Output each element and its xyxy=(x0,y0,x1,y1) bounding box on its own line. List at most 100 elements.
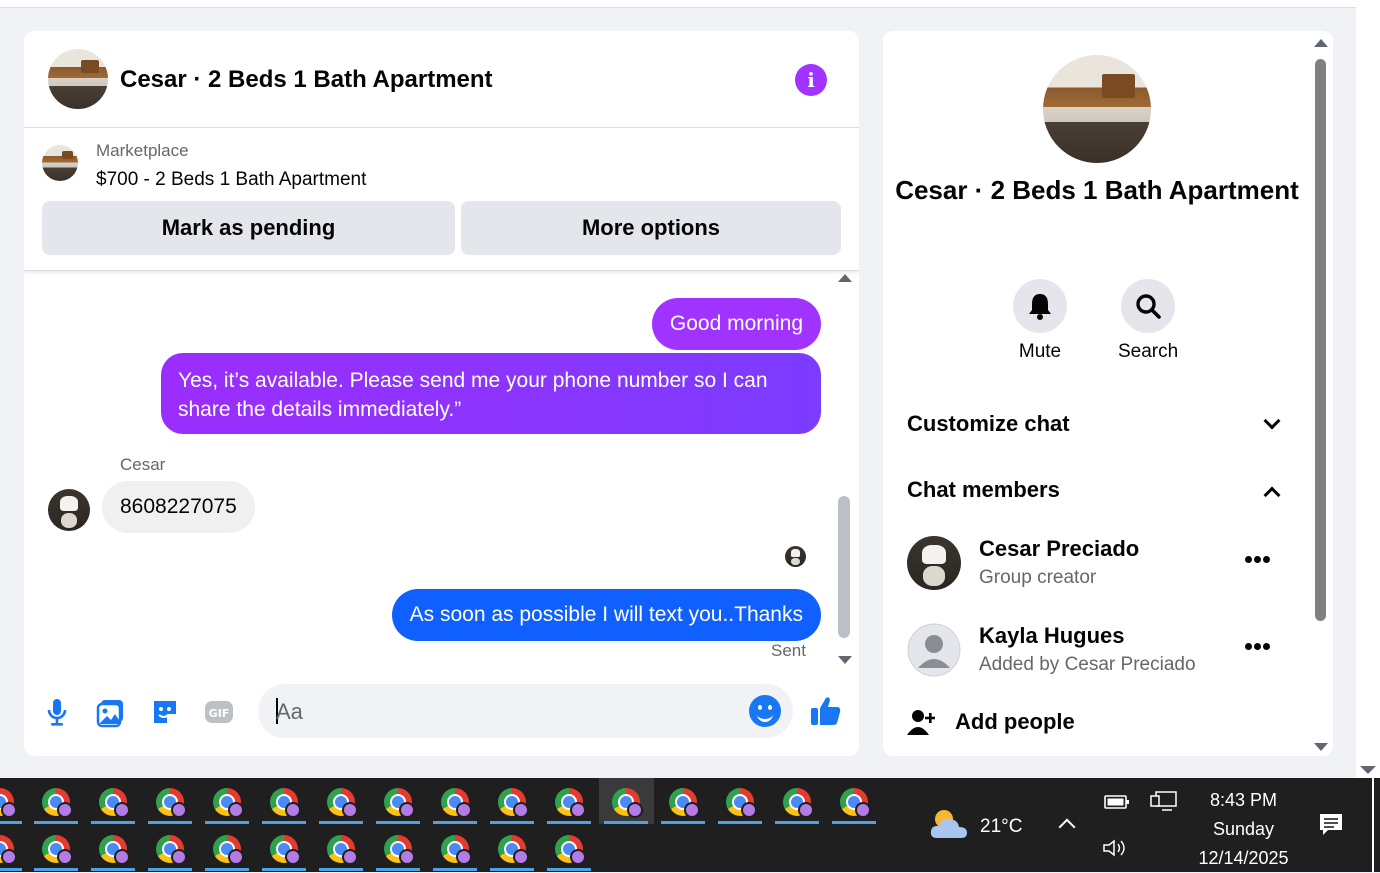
customize-chat-section[interactable]: Customize chat xyxy=(907,411,1070,437)
network-icon[interactable] xyxy=(1150,790,1178,812)
emoji-icon[interactable] xyxy=(749,695,781,727)
default-avatar-icon[interactable] xyxy=(907,623,961,677)
taskbar-running-indicator xyxy=(205,821,249,824)
messages-scrollbar[interactable] xyxy=(837,274,852,664)
member-name[interactable]: Cesar Preciado xyxy=(979,536,1139,562)
weather-temperature[interactable]: 21°C xyxy=(980,816,1022,838)
more-options-icon[interactable] xyxy=(1245,643,1271,651)
chrome-app-icon[interactable] xyxy=(0,835,17,865)
taskbar-running-indicator xyxy=(832,821,876,824)
scrollbar-thumb[interactable] xyxy=(1315,59,1326,621)
chrome-app-icon[interactable] xyxy=(669,788,700,818)
sender-name: Cesar xyxy=(120,455,166,474)
listing-title[interactable]: $700 - 2 Beds 1 Bath Apartment xyxy=(96,169,366,191)
battery-icon[interactable] xyxy=(1104,794,1130,810)
chat-members-section[interactable]: Chat members xyxy=(907,477,1060,503)
mute-label: Mute xyxy=(1018,341,1062,362)
chevron-down-icon[interactable] xyxy=(1263,412,1281,430)
chrome-app-icon[interactable] xyxy=(555,788,586,818)
chrome-app-icon[interactable] xyxy=(156,835,187,865)
microphone-icon[interactable] xyxy=(41,696,73,728)
scroll-down-arrow[interactable] xyxy=(1360,766,1376,774)
volume-icon[interactable] xyxy=(1102,838,1128,858)
message-input[interactable]: Aa xyxy=(258,684,793,738)
taskbar-running-indicator xyxy=(0,821,22,824)
chrome-app-icon[interactable] xyxy=(99,788,130,818)
chrome-app-icon[interactable] xyxy=(213,788,244,818)
chrome-app-icon[interactable] xyxy=(327,788,358,818)
chrome-app-icon[interactable] xyxy=(441,788,472,818)
sticker-icon[interactable] xyxy=(149,696,181,728)
member-role: Added by Cesar Preciado xyxy=(979,654,1196,675)
listing-thumbnail[interactable] xyxy=(48,49,108,109)
taskbar-running-indicator xyxy=(490,821,534,824)
chrome-app-icon[interactable] xyxy=(99,835,130,865)
chevron-up-icon[interactable] xyxy=(1263,486,1281,504)
chrome-app-icon[interactable] xyxy=(498,788,529,818)
listing-small-thumbnail[interactable] xyxy=(42,145,78,181)
system-clock[interactable]: 8:43 PM Sunday 12/14/2025 xyxy=(1186,786,1301,873)
add-people-label: Add people xyxy=(955,709,1075,734)
chrome-app-icon[interactable] xyxy=(156,788,187,818)
message-bubble-incoming[interactable]: 8608227075 xyxy=(102,481,255,533)
gif-icon[interactable]: GIF xyxy=(203,696,235,728)
member-role: Group creator xyxy=(979,567,1097,588)
message-bubble-outgoing[interactable]: Good morning xyxy=(651,298,821,350)
taskbar-running-indicator xyxy=(547,868,591,871)
scroll-down-arrow[interactable] xyxy=(838,656,852,664)
member-row[interactable]: Cesar Preciado Group creator xyxy=(907,536,1287,592)
chrome-app-icon[interactable] xyxy=(840,788,871,818)
add-people-button[interactable]: Add people xyxy=(907,703,1207,743)
conversation-photo[interactable] xyxy=(1043,55,1151,163)
chrome-app-icon[interactable] xyxy=(384,788,415,818)
chrome-app-icon[interactable] xyxy=(612,788,643,818)
thumbs-up-icon[interactable] xyxy=(809,694,843,728)
chat-panel: Cesar · 2 Beds 1 Bath Apartment i Market… xyxy=(24,31,859,756)
more-options-icon[interactable] xyxy=(1245,556,1271,564)
member-row[interactable]: Kayla Hugues Added by Cesar Preciado xyxy=(907,623,1287,679)
chat-title[interactable]: Cesar · 2 Beds 1 Bath Apartment xyxy=(120,66,493,94)
taskbar-running-indicator xyxy=(433,868,477,871)
chrome-app-icon[interactable] xyxy=(498,835,529,865)
info-icon[interactable]: i xyxy=(795,64,827,96)
chrome-app-icon[interactable] xyxy=(555,835,586,865)
chrome-app-icon[interactable] xyxy=(441,835,472,865)
scroll-up-arrow[interactable] xyxy=(1314,39,1328,47)
tray-overflow-chevron-icon[interactable] xyxy=(1058,818,1076,836)
chrome-app-icon[interactable] xyxy=(327,835,358,865)
chrome-app-icon[interactable] xyxy=(270,835,301,865)
show-desktop-divider[interactable] xyxy=(1372,778,1374,872)
chrome-app-icon[interactable] xyxy=(384,835,415,865)
chrome-app-icon[interactable] xyxy=(0,788,17,818)
chrome-app-icon[interactable] xyxy=(213,835,244,865)
notification-center-icon[interactable] xyxy=(1318,812,1344,838)
chrome-app-icon[interactable] xyxy=(42,835,73,865)
more-options-button[interactable]: More options xyxy=(461,201,841,255)
browser-top-strip xyxy=(0,0,1356,8)
taskbar-running-indicator xyxy=(205,868,249,871)
mark-as-pending-button[interactable]: Mark as pending xyxy=(42,201,455,255)
scrollbar-thumb[interactable] xyxy=(838,496,850,638)
avatar[interactable] xyxy=(48,489,90,531)
mute-button[interactable]: Mute xyxy=(1010,279,1070,363)
chrome-app-icon[interactable] xyxy=(42,788,73,818)
add-person-icon xyxy=(907,710,935,735)
taskbar-running-indicator xyxy=(34,868,78,871)
taskbar-running-indicator xyxy=(661,821,705,824)
chrome-app-icon[interactable] xyxy=(726,788,757,818)
marketplace-banner: Marketplace $700 - 2 Beds 1 Bath Apartme… xyxy=(24,129,859,271)
chrome-app-icon[interactable] xyxy=(783,788,814,818)
taskbar-running-indicator xyxy=(376,821,420,824)
message-bubble-outgoing[interactable]: As soon as possible I will text you..Tha… xyxy=(391,589,821,641)
search-button[interactable]: Search xyxy=(1118,279,1178,363)
scroll-up-arrow[interactable] xyxy=(838,274,852,282)
member-name[interactable]: Kayla Hugues xyxy=(979,623,1125,649)
message-bubble-outgoing[interactable]: Yes, it’s available. Please send me your… xyxy=(161,353,821,434)
window-scrollbar[interactable] xyxy=(1356,0,1380,778)
info-panel-scrollbar[interactable] xyxy=(1313,39,1329,751)
weather-cloud-sun-icon[interactable] xyxy=(929,806,971,842)
chrome-app-icon[interactable] xyxy=(270,788,301,818)
scroll-down-arrow[interactable] xyxy=(1314,743,1328,751)
photo-icon[interactable] xyxy=(95,696,127,728)
avatar[interactable] xyxy=(907,536,961,590)
